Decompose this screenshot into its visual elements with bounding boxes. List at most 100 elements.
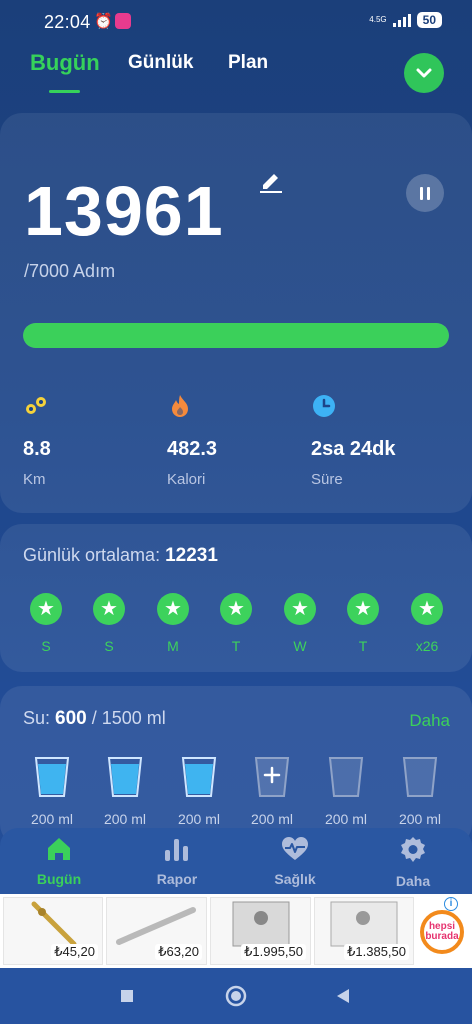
water-target: / 1500 ml: [91, 708, 166, 728]
daily-average-card: Günlük ortalama: 12231 ★ S ★ S ★ M ★ T ★…: [0, 524, 472, 672]
water-glass[interactable]: 200 ml: [95, 756, 155, 827]
day-item[interactable]: ★ S: [89, 593, 129, 654]
glass-label: 200 ml: [103, 811, 147, 827]
ad-product[interactable]: ₺1.995,50: [210, 897, 311, 965]
heart-pulse-icon: [282, 837, 308, 860]
star-icon: ★: [93, 593, 125, 625]
nav-health[interactable]: Sağlık: [255, 836, 335, 887]
step-progress-fill: [23, 323, 449, 348]
flame-icon: [172, 395, 188, 417]
alarm-icon: ⏰: [94, 13, 113, 30]
back-icon[interactable]: [335, 988, 351, 1004]
daily-average-title: Günlük ortalama: 12231: [23, 545, 218, 567]
water-title: Su: 600 / 1500 ml: [23, 708, 166, 730]
stat-distance: 8.8 Km: [23, 393, 51, 488]
ad-price: ₺63,20: [155, 944, 202, 960]
clock-icon: [313, 395, 335, 417]
ad-info-icon[interactable]: i: [444, 897, 458, 911]
water-glass-add[interactable]: 200 ml: [242, 756, 302, 827]
water-glass-full-icon: [181, 757, 217, 797]
water-glass[interactable]: 200 ml: [22, 756, 82, 827]
system-nav-bar: [0, 968, 472, 1024]
distance-value: 8.8: [23, 438, 51, 460]
ad-product[interactable]: ₺63,20: [106, 897, 207, 965]
gear-icon: [401, 837, 425, 862]
calories-value: 482.3: [167, 438, 218, 460]
logo-text-bottom: burada: [425, 931, 459, 942]
day-label: x26: [415, 638, 439, 654]
recents-icon[interactable]: [120, 989, 134, 1003]
ad-product[interactable]: ₺1.385,50: [314, 897, 414, 965]
day-item[interactable]: ★ M: [153, 593, 193, 654]
water-more-link[interactable]: Daha: [409, 711, 450, 731]
ad-price: ₺1.385,50: [344, 944, 409, 960]
water-glass-full-icon: [107, 757, 143, 797]
top-tabs: Bugün Günlük Plan: [0, 50, 472, 100]
duration-value: 2sa 24dk: [311, 438, 396, 460]
star-icon: ★: [30, 593, 62, 625]
day-item[interactable]: ★ S: [26, 593, 66, 654]
nav-more[interactable]: Daha: [373, 836, 453, 889]
tab-daily[interactable]: Günlük: [128, 52, 193, 74]
day-label: S: [104, 638, 114, 654]
battery-icon: 50: [416, 12, 442, 28]
water-card: Su: 600 / 1500 ml Daha 200 ml 200 ml 200…: [0, 686, 472, 846]
home-button-icon[interactable]: [225, 985, 247, 1007]
water-glass[interactable]: 200 ml: [390, 756, 450, 827]
network-type: 4.5G: [369, 15, 387, 24]
status-indicators: 4.5G 50: [369, 12, 442, 28]
ad-product[interactable]: ₺45,20: [3, 897, 103, 965]
tab-plan[interactable]: Plan: [228, 52, 268, 74]
steps-card: 13961 /7000 Adım 8.8 Km 482.3 Kalori 2sa…: [0, 113, 472, 513]
appliance-image: [330, 901, 398, 947]
day-item[interactable]: ★ T: [216, 593, 256, 654]
edit-icon[interactable]: [258, 168, 284, 194]
day-item[interactable]: ★ W: [280, 593, 320, 654]
day-label: W: [293, 638, 307, 654]
glass-label: 200 ml: [250, 811, 294, 827]
day-label: S: [41, 638, 51, 654]
status-bar: 22:04 ⏰ 4.5G 50: [0, 0, 472, 44]
daily-average-label: Günlük ortalama:: [23, 545, 161, 565]
glass-label: 200 ml: [324, 811, 368, 827]
step-progress-bar: [23, 323, 449, 348]
star-icon: ★: [411, 593, 443, 625]
nav-label: Bugün: [36, 871, 82, 887]
star-icon: ★: [157, 593, 189, 625]
distance-label: Km: [23, 471, 46, 488]
status-time: 22:04: [44, 12, 91, 32]
nav-today[interactable]: Bugün: [19, 836, 99, 887]
day-label: M: [167, 638, 179, 654]
ad-price: ₺1.995,50: [241, 944, 306, 960]
hepsiburada-logo[interactable]: hepsi burada: [420, 910, 464, 954]
water-glass[interactable]: 200 ml: [169, 756, 229, 827]
ad-price: ₺45,20: [51, 944, 98, 960]
step-goal: /7000 Adım: [24, 261, 116, 281]
nav-report[interactable]: Rapor: [137, 836, 217, 887]
water-glass-add-icon: [254, 757, 290, 797]
water-current: 600: [55, 708, 87, 729]
tab-active-indicator: [49, 90, 80, 93]
day-item[interactable]: ★ T: [343, 593, 383, 654]
chevron-down-icon: [416, 68, 432, 78]
pause-button[interactable]: [406, 174, 444, 212]
home-icon: [48, 838, 70, 860]
tab-today[interactable]: Bugün: [30, 50, 100, 76]
nav-label: Rapor: [156, 871, 198, 887]
nav-label: Daha: [395, 873, 431, 889]
ad-banner[interactable]: ₺45,20 ₺63,20 ₺1.995,50 ₺1.385,50 i heps…: [0, 894, 472, 968]
duration-label: Süre: [311, 471, 343, 488]
glass-label: 200 ml: [30, 811, 74, 827]
daily-average-value: 12231: [165, 545, 218, 566]
stat-calories: 482.3 Kalori: [167, 393, 217, 488]
water-glass-full-icon: [34, 757, 70, 797]
calories-label: Kalori: [167, 471, 206, 488]
day-item[interactable]: ★ x26: [407, 593, 447, 654]
day-label: T: [231, 638, 241, 654]
water-glass[interactable]: 200 ml: [316, 756, 376, 827]
pause-icon: [420, 186, 423, 200]
dropdown-button[interactable]: [404, 53, 444, 93]
star-icon: ★: [284, 593, 316, 625]
signal-icon: [392, 13, 411, 27]
day-label: T: [358, 638, 368, 654]
